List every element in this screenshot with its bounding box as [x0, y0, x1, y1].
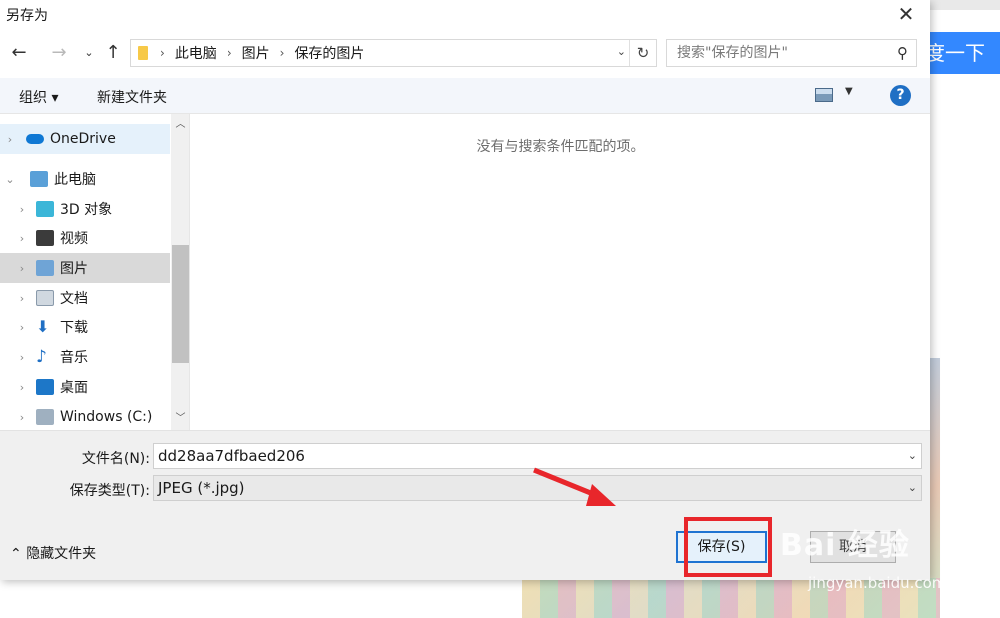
breadcrumb-separator: › — [160, 46, 165, 60]
computer-icon — [30, 171, 48, 187]
navigation-scrollbar[interactable]: ︿ ﹀ — [171, 114, 189, 430]
filename-dropdown-chevron-icon[interactable]: ⌄ — [908, 444, 917, 468]
nav-item-label: 音乐 — [60, 350, 88, 366]
nav-item-videos[interactable]: › 视频 — [0, 223, 170, 253]
nav-item-documents[interactable]: › 文档 — [0, 283, 170, 313]
scroll-up-icon[interactable]: ︿ — [171, 116, 189, 134]
view-mode-icon[interactable] — [815, 88, 833, 102]
close-icon[interactable]: ✕ — [894, 3, 918, 27]
desktop-icon — [36, 379, 54, 395]
new-folder-button[interactable]: 新建文件夹 — [97, 87, 167, 107]
help-icon[interactable]: ? — [890, 85, 911, 106]
expand-chevron-icon[interactable]: › — [16, 292, 28, 305]
nav-item-onedrive[interactable]: › OneDrive — [0, 124, 170, 154]
cloud-icon — [26, 134, 44, 144]
baidu-watermark-url: jingyan.baidu.com — [808, 574, 947, 592]
expand-chevron-icon[interactable]: › — [4, 133, 16, 146]
cube-icon — [36, 201, 54, 217]
filetype-value: JPEG (*.jpg) — [158, 479, 245, 497]
breadcrumb-pictures[interactable]: 图片 — [242, 43, 270, 63]
search-placeholder: 搜索"保存的图片" — [677, 45, 788, 61]
expand-chevron-icon[interactable]: › — [16, 381, 28, 394]
nav-item-pictures[interactable]: › 图片 — [0, 253, 170, 283]
nav-item-this-pc[interactable]: ⌄ 此电脑 — [0, 164, 170, 194]
breadcrumb-this-pc[interactable]: 此电脑 — [175, 43, 217, 63]
up-arrow-icon[interactable]: ↑ — [102, 42, 124, 64]
scroll-down-icon[interactable]: ﹀ — [171, 410, 189, 428]
file-list-area[interactable]: 没有与搜索条件匹配的项。 — [191, 114, 930, 430]
annotation-highlight-box — [684, 517, 772, 577]
nav-item-label: 视频 — [60, 231, 88, 247]
scrollbar-thumb[interactable] — [172, 245, 189, 363]
nav-item-label: 图片 — [60, 261, 88, 277]
title-bar: 另存为 ✕ — [0, 0, 930, 30]
view-dropdown-chevron-icon[interactable]: ▼ — [845, 86, 853, 97]
chevron-up-icon: ⌃ — [10, 546, 22, 562]
nav-item-label: 此电脑 — [54, 172, 96, 188]
expand-chevron-icon[interactable]: › — [16, 351, 28, 364]
breadcrumb-separator: › — [279, 46, 285, 60]
nav-item-music[interactable]: › ♪ 音乐 — [0, 342, 170, 372]
nav-item-label: OneDrive — [50, 131, 116, 147]
hide-folders-label: 隐藏文件夹 — [26, 546, 97, 562]
hide-folders-toggle[interactable]: ⌃ 隐藏文件夹 — [10, 543, 96, 563]
navigation-pane: › OneDrive ⌄ 此电脑 › 3D 对象 › 视频 › 图片 › 文档 — [0, 114, 190, 430]
nav-item-3d-objects[interactable]: › 3D 对象 — [0, 194, 170, 224]
folder-icon — [138, 46, 148, 60]
forward-arrow-icon[interactable]: → — [48, 42, 70, 64]
nav-item-downloads[interactable]: › ⬇ 下载 — [0, 312, 170, 342]
nav-item-label: Windows (C:) — [60, 409, 153, 425]
dialog-title: 另存为 — [6, 8, 48, 24]
drive-icon — [36, 409, 54, 425]
annotation-arrow-icon — [533, 467, 616, 506]
filename-value: dd28aa7dfbaed206 — [158, 447, 305, 465]
address-bar[interactable]: › 此电脑 › 图片 › 保存的图片 ⌄ ↻ — [130, 39, 657, 67]
filetype-dropdown-chevron-icon[interactable]: ⌄ — [908, 476, 917, 500]
navigation-bar: ← → ⌄ ↑ › 此电脑 › 图片 › 保存的图片 ⌄ ↻ 搜索"保存的图片"… — [0, 38, 930, 70]
filetype-label: 保存类型(T): — [69, 483, 150, 499]
expand-chevron-icon[interactable]: › — [16, 203, 28, 216]
filename-label: 文件名(N): — [81, 451, 150, 467]
nav-item-label: 文档 — [60, 291, 88, 307]
video-icon — [36, 230, 54, 246]
music-icon: ♪ — [36, 347, 47, 367]
nav-item-label: 3D 对象 — [60, 202, 113, 218]
nav-item-windows-c[interactable]: › Windows (C:) — [0, 402, 170, 430]
document-icon — [36, 290, 54, 306]
refresh-icon[interactable]: ↻ — [629, 40, 656, 66]
back-arrow-icon[interactable]: ← — [8, 42, 30, 64]
command-toolbar: 组织 ▾ 新建文件夹 ▼ ? — [0, 78, 930, 114]
nav-item-desktop[interactable]: › 桌面 — [0, 372, 170, 402]
address-dropdown-chevron-icon[interactable]: ⌄ — [617, 45, 626, 58]
save-as-dialog: 另存为 ✕ ← → ⌄ ↑ › 此电脑 › 图片 › 保存的图片 ⌄ ↻ 搜索"… — [0, 0, 930, 580]
expand-chevron-icon[interactable]: › — [16, 232, 28, 245]
background-strip — [930, 0, 1000, 10]
picture-icon — [36, 260, 54, 276]
collapse-chevron-icon[interactable]: ⌄ — [4, 173, 16, 186]
nav-item-label: 下载 — [60, 320, 88, 336]
expand-chevron-icon[interactable]: › — [16, 321, 28, 334]
breadcrumb-separator: › — [226, 46, 232, 60]
baidu-watermark: Bai 经验 — [780, 528, 910, 563]
expand-chevron-icon[interactable]: › — [16, 411, 28, 424]
search-input[interactable]: 搜索"保存的图片" ⚲ — [666, 39, 917, 67]
download-icon: ⬇ — [36, 317, 50, 336]
expand-chevron-icon[interactable]: › — [16, 262, 28, 275]
organize-button[interactable]: 组织 ▾ — [19, 87, 58, 107]
recent-locations-chevron-icon[interactable]: ⌄ — [78, 42, 100, 64]
empty-message: 没有与搜索条件匹配的项。 — [476, 139, 645, 155]
nav-item-label: 桌面 — [60, 380, 88, 396]
breadcrumb-saved-pictures[interactable]: 保存的图片 — [294, 43, 364, 63]
search-icon[interactable]: ⚲ — [897, 40, 908, 66]
